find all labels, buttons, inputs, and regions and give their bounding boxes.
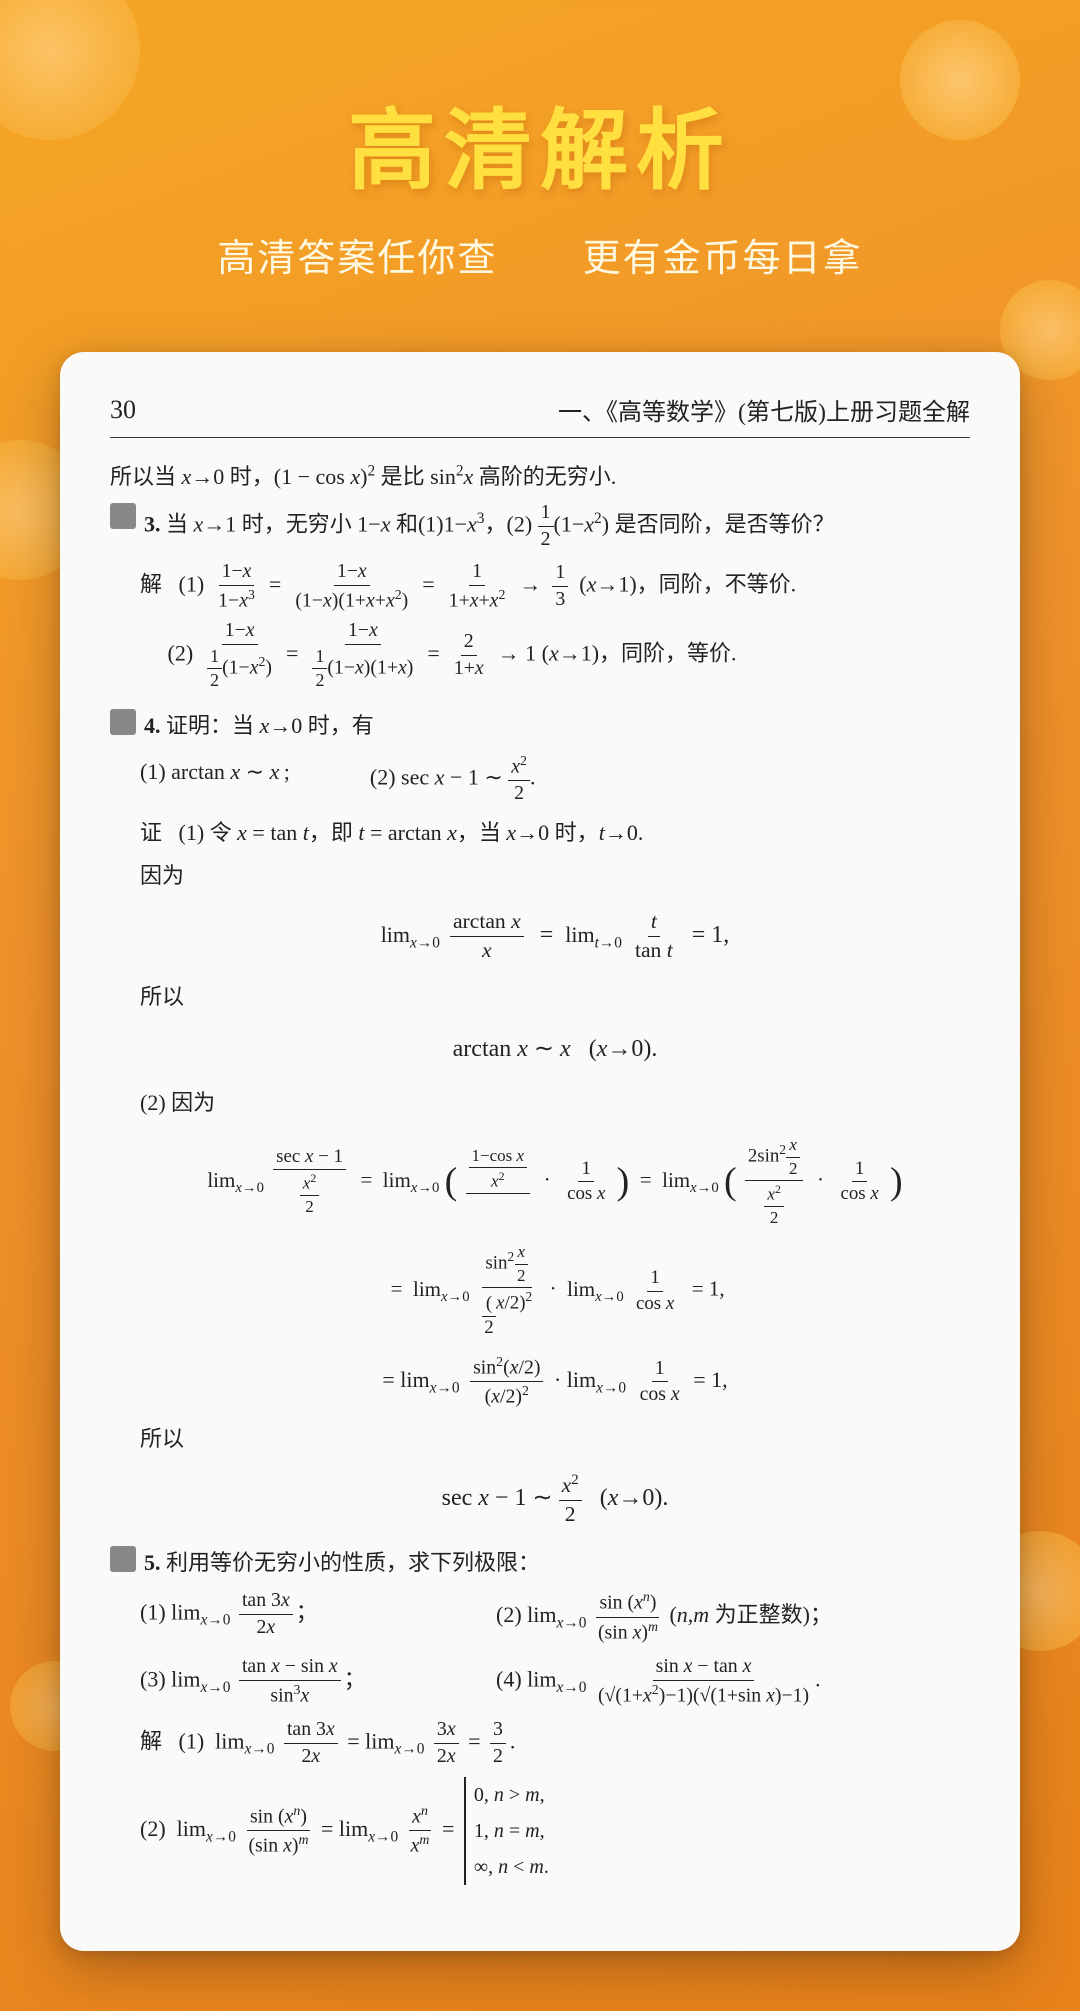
intro-line: 所以当 x→0 时，(1 − cos x)2 是比 sin2x 高阶的无穷小. bbox=[110, 458, 970, 495]
therefore-2: 所以 bbox=[140, 1420, 970, 1457]
solution-5-1: 解 (1) limx→0 tan 3x 2x = limx→0 3x 2x = … bbox=[140, 1718, 970, 1769]
subtitle-left: 高清答案任你查 bbox=[217, 238, 497, 280]
problem-3: 3. 当 x→1 时，无穷小 1−x 和(1)1−x3，(2) 12(1−x2)… bbox=[110, 501, 970, 691]
solution-3-2: (2) 1−x 12(1−x2) = 1−x 12(1−x)(1+x) = 21… bbox=[140, 619, 970, 692]
problem-4-parts: (1) arctan x ∼ x ; (2) sec x − 1 ∼ x22. … bbox=[140, 753, 970, 1528]
solution-3-1: 解 (1) 1−x1−x3 = 1−x(1−x)(1+x+x2) = 11+x+… bbox=[140, 560, 970, 613]
limit-sec: limx→0 sec x − 1 x22 = limx→0 ( 1−cos xx… bbox=[140, 1135, 970, 1228]
result-arctan: arctan x ∼ x (x→0). bbox=[140, 1029, 970, 1070]
limit-sec-2: = limx→0 sin2x2 (2x/2)2 · limx→0 1 cos x… bbox=[140, 1242, 970, 1339]
header-section: 高清解析 高清答案任你查 更有金币每日拿 bbox=[0, 0, 1080, 312]
problem-5-parts: (1) limx→0 tan 3x 2x ； (2) limx→0 sin (x… bbox=[140, 1589, 970, 1884]
part-2-because: (2) 因为 bbox=[140, 1084, 970, 1121]
problem-4: 4. 证明：当 x→0 时，有 (1) arctan x ∼ x ; (2) s… bbox=[110, 707, 970, 1528]
problem-4-text: 4. 证明：当 x→0 时，有 bbox=[144, 707, 374, 744]
document-card: 30 一、《高等数学》(第七版)上册习题全解 所以当 x→0 时，(1 − co… bbox=[60, 352, 1020, 1951]
problem-5-text: 5. 利用等价无穷小的性质，求下列极限： bbox=[144, 1544, 540, 1581]
problem-5-header: 5. 利用等价无穷小的性质，求下列极限： bbox=[110, 1544, 970, 1581]
limit-arctan: limx→0 arctan x x = limt→0 t tan t = 1, bbox=[140, 909, 970, 964]
problem-3-icon bbox=[110, 503, 136, 529]
part-5-4: (4) limx→0 sin x − tan x (√(1+x2)−1)(√(1… bbox=[496, 1655, 970, 1708]
main-title: 高清解析 bbox=[40, 80, 1040, 207]
subtitle: 高清答案任你查 更有金币每日拿 bbox=[40, 227, 1040, 282]
problem-3-solution: 解 (1) 1−x1−x3 = 1−x(1−x)(1+x+x2) = 11+x+… bbox=[140, 560, 970, 692]
problem-4-icon bbox=[110, 709, 136, 735]
book-title: 一、《高等数学》(第七版)上册习题全解 bbox=[558, 392, 970, 427]
problem-4-header: 4. 证明：当 x→0 时，有 bbox=[110, 707, 970, 744]
part-5-3: (3) limx→0 tan x − sin x sin3x ； bbox=[140, 1655, 456, 1708]
problem-3-header: 3. 当 x→1 时，无穷小 1−x 和(1)1−x3，(2) 12(1−x2)… bbox=[110, 501, 970, 552]
therefore-1: 所以 bbox=[140, 978, 970, 1015]
because-1: 因为 bbox=[140, 857, 970, 894]
problem-5-icon bbox=[110, 1546, 136, 1572]
part-4-1: (1) arctan x ∼ x ; bbox=[140, 753, 290, 806]
problem-5: 5. 利用等价无穷小的性质，求下列极限： (1) limx→0 tan 3x 2… bbox=[110, 1544, 970, 1885]
part-5-2: (2) limx→0 sin (xn) (sin x)m (n,m 为正整数)； bbox=[496, 1589, 970, 1645]
result-sec: sec x − 1 ∼ x2 2 (x→0). bbox=[140, 1471, 970, 1528]
part-5-1: (1) limx→0 tan 3x 2x ； bbox=[140, 1589, 456, 1645]
part-4-2: (2) sec x − 1 ∼ x22. bbox=[370, 753, 536, 806]
solution-5-2: (2) limx→0 sin (xn) (sin x)m = limx→0 xn… bbox=[140, 1777, 970, 1885]
proof-intro: 证 (1) 令 x = tan t，即 t = arctan x，当 x→0 时… bbox=[140, 814, 970, 851]
subtitle-right: 更有金币每日拿 bbox=[583, 238, 863, 280]
page-number: 30 bbox=[110, 395, 136, 425]
problem-3-text: 3. 当 x→1 时，无穷小 1−x 和(1)1−x3，(2) 12(1−x2)… bbox=[144, 501, 835, 552]
doc-header: 30 一、《高等数学》(第七版)上册习题全解 bbox=[110, 392, 970, 438]
doc-content: 所以当 x→0 时，(1 − cos x)2 是比 sin2x 高阶的无穷小. … bbox=[110, 458, 970, 1885]
limit-sec-step2: = limx→0 sin2(x/2) (x/2)2 · limx→0 1 cos… bbox=[140, 1354, 970, 1410]
